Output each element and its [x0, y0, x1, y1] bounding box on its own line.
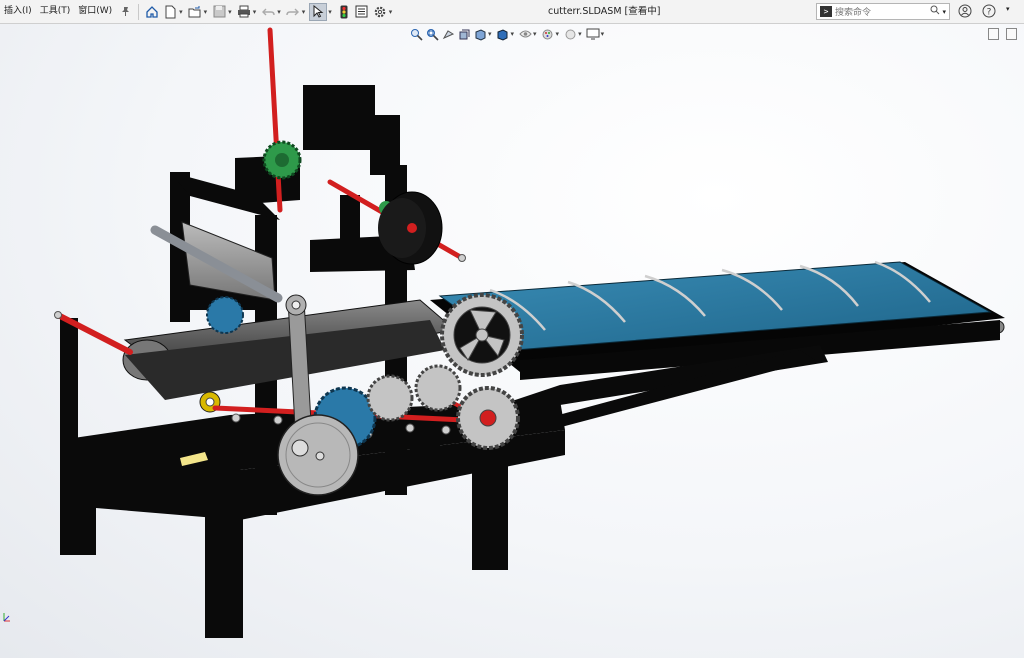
chevron-down-icon[interactable]: ▾	[179, 8, 183, 16]
file-properties-icon[interactable]	[354, 4, 370, 20]
chevron-down-icon[interactable]: ▾	[389, 8, 393, 16]
menu-tools[interactable]: 工具(T)	[36, 0, 75, 23]
chevron-down-icon[interactable]: ▾	[942, 8, 946, 16]
traffic-light-icon[interactable]	[336, 4, 352, 20]
save-icon[interactable]	[211, 4, 227, 20]
menu-insert[interactable]: 插入(I)	[0, 0, 36, 23]
svg-text:?: ?	[987, 8, 992, 18]
chevron-down-icon[interactable]: ▾	[302, 8, 306, 16]
model-viewport[interactable]	[0, 24, 1024, 658]
redo-icon[interactable]	[285, 4, 301, 20]
search-placeholder: 搜索命令	[835, 8, 872, 18]
options-gear-icon[interactable]	[372, 4, 388, 20]
chevron-down-icon[interactable]: ▾	[228, 8, 232, 16]
pin-icon[interactable]	[117, 4, 133, 20]
chevron-down-icon[interactable]: ▾	[204, 8, 208, 16]
chevron-down-icon[interactable]: ▾	[328, 8, 332, 16]
chevron-down-icon[interactable]: ▾	[1006, 4, 1020, 18]
open-icon[interactable]	[187, 4, 203, 20]
document-title: cutterr.SLDASM [查看中]	[548, 6, 661, 17]
new-document-icon[interactable]	[162, 4, 178, 20]
undo-icon[interactable]	[260, 4, 276, 20]
bevel-gear-green	[262, 140, 302, 180]
home-icon[interactable]	[144, 4, 160, 20]
command-prompt-icon: >	[820, 6, 832, 17]
user-account-icon[interactable]	[958, 4, 972, 18]
coordinate-triad-icon	[2, 611, 12, 625]
toolbar-separator	[138, 3, 140, 20]
search-commands-input[interactable]: > 搜索命令 ▾	[816, 3, 950, 20]
help-icon[interactable]: ?	[982, 4, 996, 18]
select-icon[interactable]	[309, 2, 328, 21]
chevron-down-icon[interactable]: ▾	[277, 8, 281, 16]
chevron-down-icon[interactable]: ▾	[253, 8, 257, 16]
menu-window[interactable]: 窗口(W)	[74, 0, 116, 23]
search-icon[interactable]	[930, 5, 940, 18]
print-icon[interactable]	[236, 4, 252, 20]
